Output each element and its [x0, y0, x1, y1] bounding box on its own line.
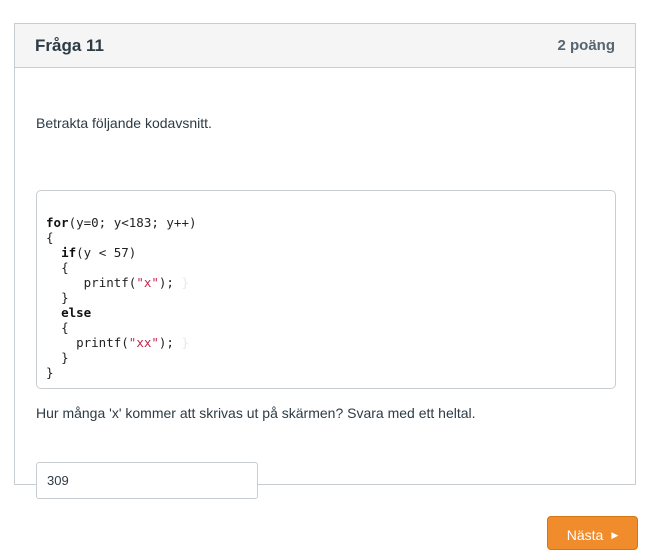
code-for-header: (y=0; y<183; y++): [68, 215, 197, 230]
code-brace: }: [61, 290, 69, 305]
question-card: Fråga 11 2 poäng Betrakta följande kodav…: [14, 23, 636, 499]
code-printf: printf(: [76, 335, 129, 350]
code-brace: }: [46, 365, 54, 380]
code-keyword-for: for: [46, 215, 69, 230]
code-string-literal: "xx": [128, 335, 159, 350]
code-ghost-mark: }: [181, 275, 190, 290]
code-brace: {: [46, 230, 54, 245]
question-intro: Betrakta följande kodavsnitt.: [36, 115, 212, 131]
code-printf: printf(: [83, 275, 137, 290]
next-button[interactable]: Nästa ▶: [547, 516, 638, 550]
code-printf-end: );: [158, 275, 174, 290]
code-brace: {: [61, 260, 69, 275]
code-keyword-else: else: [61, 305, 92, 320]
code-keyword-if: if: [61, 245, 77, 260]
answer-input[interactable]: [36, 462, 258, 499]
question-title: Fråga 11: [35, 35, 104, 55]
question-points: 2 poäng: [557, 37, 615, 54]
code-brace: }: [61, 350, 69, 365]
code-ghost-mark: }: [181, 335, 190, 350]
code-if-condition: (y < 57): [76, 245, 137, 260]
code-block: for(y=0; y<183; y++) { if(y < 57) { prin…: [46, 215, 197, 380]
question-prompt: Hur många 'x' kommer att skrivas ut på s…: [36, 405, 476, 421]
code-snippet: for(y=0; y<183; y++) { if(y < 57) { prin…: [36, 190, 616, 389]
code-printf-end: );: [158, 335, 174, 350]
code-string-literal: "x": [136, 275, 159, 290]
question-header: Fråga 11 2 poäng: [15, 24, 635, 68]
code-brace: {: [61, 320, 69, 335]
